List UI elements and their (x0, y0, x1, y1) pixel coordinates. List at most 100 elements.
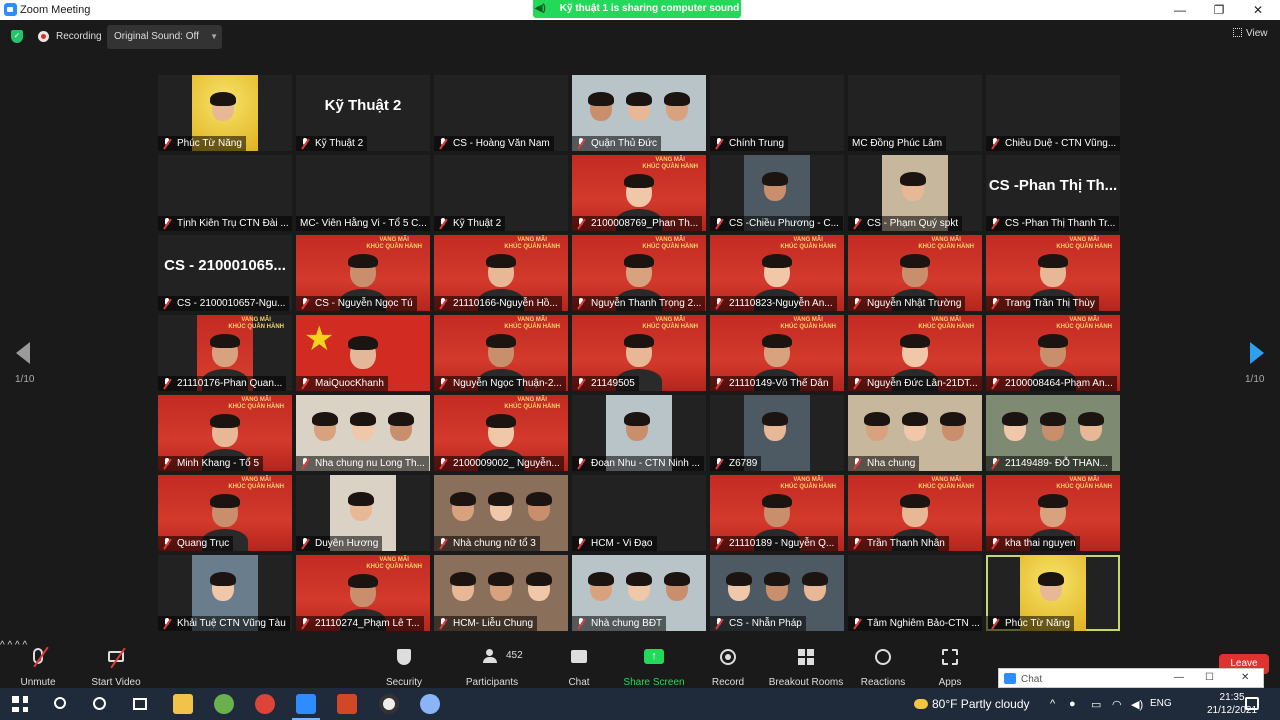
participant-tile[interactable]: VANG MÃI KHÚC QUÂN HÀNH kha thai nguyen (986, 475, 1120, 551)
windows-start-icon[interactable] (12, 696, 28, 712)
start-video-button[interactable]: Start Video (88, 644, 144, 688)
participant-tile[interactable]: VANG MÃI KHÚC QUÂN HÀNH Nguyễn Ngọc Thuận… (434, 315, 568, 391)
close-window-button[interactable]: ✕ (1240, 0, 1276, 20)
participant-tile[interactable]: VANG MÃI KHÚC QUÂN HÀNH 21110189 - Nguyễn… (710, 475, 844, 551)
next-page-arrow-icon[interactable] (1250, 342, 1264, 364)
wifi-icon[interactable]: ◠ (1112, 698, 1122, 711)
browser-app-icon[interactable] (214, 694, 234, 714)
encryption-shield-icon[interactable]: ✓ (11, 30, 23, 43)
participant-tile[interactable]: Chiều Duệ - CTN Vũng... (986, 75, 1120, 151)
chat-close-button[interactable]: ✕ (1241, 672, 1249, 683)
participant-tile[interactable]: VANG MÃI KHÚC QUÂN HÀNH 21110823-Nguyễn A… (710, 235, 844, 311)
original-sound-dropdown[interactable]: Original Sound: Off ▼ (107, 25, 222, 49)
search-icon[interactable] (54, 697, 66, 709)
participant-tile[interactable]: VANG MÃI KHÚC QUÂN HÀNH Quang Trục (158, 475, 292, 551)
record-button[interactable]: Record (708, 644, 748, 688)
participant-tile[interactable]: VANG MÃI KHÚC QUÂN HÀNH 2100008769_Phan T… (572, 155, 706, 231)
cortana-icon[interactable] (93, 697, 106, 710)
previous-page-arrow-icon[interactable] (16, 342, 30, 364)
security-button[interactable]: Security (382, 644, 426, 688)
file-explorer-icon[interactable] (173, 694, 193, 714)
sharing-sound-banner[interactable]: ◀) Kỹ thuật 1 is sharing computer sound (533, 0, 741, 18)
participant-tile[interactable]: Nhà chung BĐT (572, 555, 706, 631)
chat-bubble-icon (571, 650, 587, 663)
participant-tile[interactable]: Kỹ Thuật 2 (434, 155, 568, 231)
participant-tile[interactable]: 21149489- ĐỖ THAN... (986, 395, 1120, 471)
video-options-caret-icon[interactable]: ^ (7, 640, 12, 651)
participant-tile[interactable]: Nha chung (848, 395, 982, 471)
participant-tile[interactable]: MC Đồng Phúc Lâm (848, 75, 982, 151)
minimize-button[interactable]: — (1162, 0, 1198, 20)
volume-icon[interactable]: ◀) (1131, 698, 1143, 711)
weather-widget[interactable]: 80°F Partly cloudy (914, 697, 1030, 711)
participant-tile[interactable]: Quận Thủ Đức (572, 75, 706, 151)
participant-tile[interactable]: VANG MÃI KHÚC QUÂN HÀNH CS - Nguyễn Ngọc … (296, 235, 430, 311)
participant-tile[interactable]: Đoan Nhu - CTN Ninh ... (572, 395, 706, 471)
participant-tile[interactable]: VANG MÃI KHÚC QUÂN HÀNH Trần Thanh Nhân (848, 475, 982, 551)
participant-tile[interactable]: VANG MÃI KHÚC QUÂN HÀNH 21110274_Phạm Lê … (296, 555, 430, 631)
participants-button[interactable]: 452 Participants (462, 644, 523, 688)
view-button[interactable]: View (1233, 28, 1268, 39)
audio-options-caret-icon[interactable]: ^ (0, 640, 5, 651)
participant-tile[interactable]: HCM - Vi Đạo (572, 475, 706, 551)
chrome-icon[interactable] (255, 694, 275, 714)
participant-tile[interactable]: CS - 210001065... CS - 2100010657-Ngu... (158, 235, 292, 311)
muted-mic-icon (715, 138, 724, 149)
participant-tile[interactable]: Kỹ Thuật 2 Kỹ Thuật 2 (296, 75, 430, 151)
participant-tile[interactable]: Khải Tuệ CTN Vũng Tàu (158, 555, 292, 631)
participant-tile[interactable]: VANG MÃI KHÚC QUÂN HÀNH 2100008464-Phạm A… (986, 315, 1120, 391)
unmute-button[interactable]: Unmute (18, 644, 58, 688)
breakout-rooms-button[interactable]: Breakout Rooms (766, 644, 846, 688)
app-icon[interactable] (420, 694, 440, 714)
muted-mic-icon (577, 458, 586, 469)
participant-tile[interactable]: VANG MÃI KHÚC QUÂN HÀNH 2100009002_ Nguyễ… (434, 395, 568, 471)
zoom-taskbar-icon[interactable] (292, 694, 320, 720)
participant-tile[interactable]: MC- Viên Hằng Vi - Tổ 5 C... (296, 155, 430, 231)
reactions-button[interactable]: Reactions (858, 644, 908, 688)
participant-tile[interactable]: VANG MÃI KHÚC QUÂN HÀNH Nguyễn Nhật Trườn… (848, 235, 982, 311)
chevron-down-icon[interactable]: ▼ (210, 25, 218, 49)
participant-tile[interactable]: CS - Hoàng Văn Nam (434, 75, 568, 151)
powerpoint-icon[interactable] (337, 694, 357, 714)
participant-tile[interactable]: VANG MÃI KHÚC QUÂN HÀNH Trang Trần Thị Th… (986, 235, 1120, 311)
participant-tile[interactable]: HCM- Liễu Chung (434, 555, 568, 631)
person-face (664, 92, 690, 121)
participant-name-label: Trần Thanh Nhân (848, 536, 949, 551)
maximize-button[interactable]: ❐ (1201, 0, 1237, 20)
chat-minimize-button[interactable]: — (1174, 672, 1184, 683)
participant-tile[interactable]: Nha chung nu Long Th... (296, 395, 430, 471)
participant-tile[interactable]: CS -Phan Thị Th... CS -Phan Thị Thanh Tr.… (986, 155, 1120, 231)
participant-tile[interactable]: VANG MÃI KHÚC QUÂN HÀNH 21110166-Nguyễn H… (434, 235, 568, 311)
participant-tile[interactable]: MaiQuocKhanh (296, 315, 430, 391)
language-indicator[interactable]: ENG (1150, 698, 1172, 709)
participant-tile[interactable]: VANG MÃI KHÚC QUÂN HÀNH Nguyễn Thanh Trọn… (572, 235, 706, 311)
share-screen-button[interactable]: ↑ Share Screen (622, 644, 686, 688)
participant-tile[interactable]: VANG MÃI KHÚC QUÂN HÀNH Minh Khang - Tổ 5 (158, 395, 292, 471)
participant-tile[interactable]: VANG MÃI KHÚC QUÂN HÀNH 21149505 (572, 315, 706, 391)
participant-tile[interactable]: Chính Trung (710, 75, 844, 151)
notifications-icon[interactable] (1245, 697, 1259, 710)
participant-tile[interactable]: VANG MÃI KHÚC QUÂN HÀNH Nguyễn Đức Lân-21… (848, 315, 982, 391)
participant-tile[interactable]: VANG MÃI KHÚC QUÂN HÀNH 21110149-Võ Thế D… (710, 315, 844, 391)
chat-popup-window[interactable]: Chat — ☐ ✕ (998, 668, 1264, 688)
participant-tile[interactable]: Tâm Nghiêm Bảo-CTN ... (848, 555, 982, 631)
participant-tile[interactable]: CS - Nhẫn Pháp (710, 555, 844, 631)
apps-button[interactable]: Apps (932, 644, 968, 688)
participant-tile[interactable]: CS -Chiều Phương - C... (710, 155, 844, 231)
chat-button[interactable]: Chat (562, 644, 596, 688)
security-shield-icon (397, 649, 411, 665)
participant-tile[interactable]: Phúc Từ Năng (158, 75, 292, 151)
participant-tile[interactable]: VANG MÃI KHÚC QUÂN HÀNH 21110176-Phan Qua… (158, 315, 292, 391)
battery-icon[interactable]: ▭ (1091, 698, 1101, 711)
task-view-icon[interactable] (133, 698, 147, 710)
participant-tile[interactable]: Tịnh Kiên Trụ CTN Đài ... (158, 155, 292, 231)
participant-tile[interactable]: CS - Phạm Quý spkt (848, 155, 982, 231)
participant-tile[interactable]: Nhà chung nữ tổ 3 (434, 475, 568, 551)
participant-tile[interactable]: Z6789 (710, 395, 844, 471)
participant-tile[interactable]: Phúc Từ Năng (986, 555, 1120, 631)
participant-tile[interactable]: Duyên Hương (296, 475, 430, 551)
tray-chevron-icon[interactable]: ^ (1050, 698, 1055, 710)
media-player-icon[interactable] (379, 694, 399, 714)
tray-app-icon[interactable]: ● (1069, 698, 1076, 710)
chat-maximize-button[interactable]: ☐ (1205, 672, 1214, 683)
